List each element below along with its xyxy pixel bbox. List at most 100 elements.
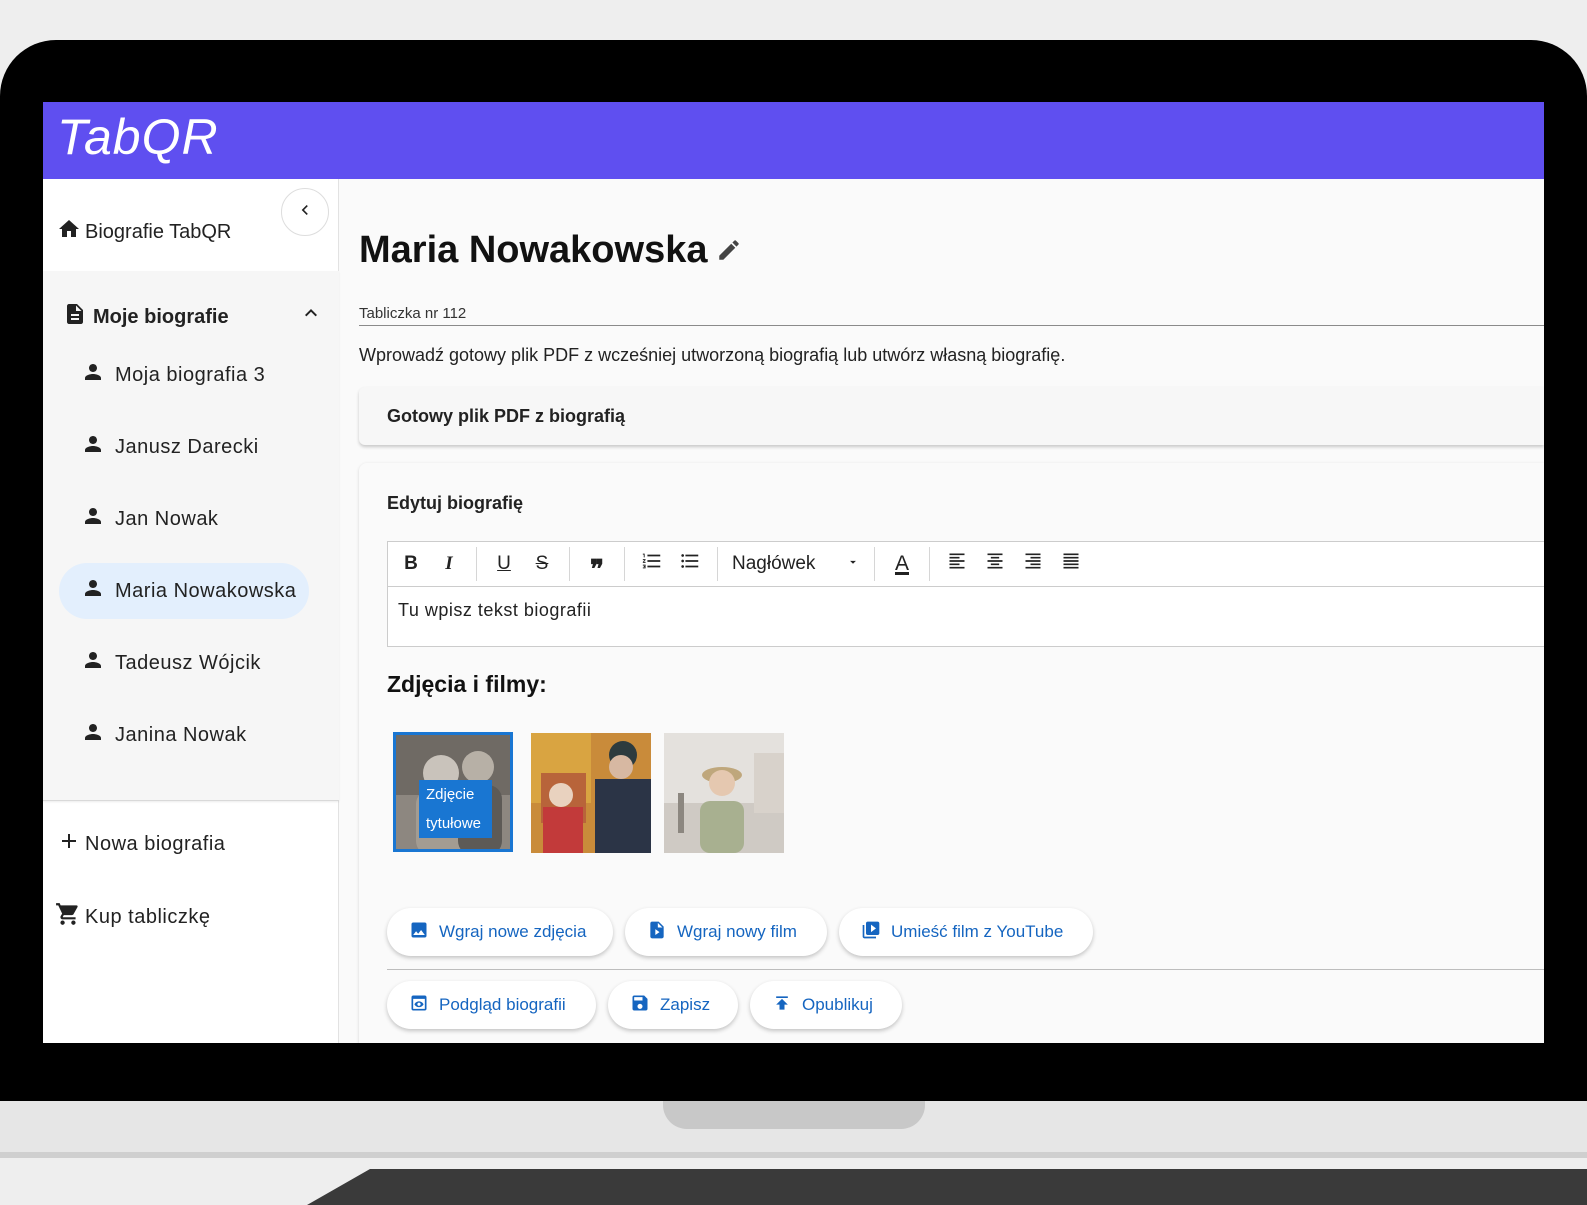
person-icon [81,432,105,462]
ordered-list-button[interactable] [633,545,671,583]
align-left-button[interactable] [938,545,976,583]
image-icon [409,920,429,945]
sidebar-item-label: Janina Nowak [115,723,247,746]
video-library-icon [861,920,881,945]
sidebar-item-tadeusz-wojcik[interactable]: Tadeusz Wójcik [59,635,309,691]
sidebar-item-new-biography[interactable]: Nowa biografia [57,829,225,859]
text-color-button[interactable]: A [883,545,921,583]
underline-button[interactable]: U [485,545,523,583]
badge-line: Zdjęcie [426,786,475,803]
italic-button[interactable]: I [430,545,468,583]
sidebar-item-label: Moja biografia 3 [115,363,266,386]
strikethrough-button[interactable]: S [523,545,561,583]
publish-icon [772,993,792,1018]
pencil-icon[interactable] [716,237,742,268]
align-center-icon [985,551,1005,577]
video-file-icon [647,920,667,945]
heading-select-value: Nagłówek [732,553,816,574]
page-title: Maria Nowakowska [359,229,708,271]
chevron-up-icon[interactable] [299,301,323,330]
person-icon [81,720,105,750]
collapse-sidebar-button[interactable] [281,188,329,236]
toolbar-divider [874,547,875,581]
align-center-button[interactable] [976,545,1014,583]
sidebar-item-buy-plate[interactable]: Kup tabliczkę [55,901,210,933]
main-content: Maria Nowakowska Tabliczka nr 112 Wprowa… [359,179,1544,1043]
align-justify-button[interactable] [1052,545,1090,583]
bullet-list-button[interactable] [671,545,709,583]
publish-label: Opublikuj [802,995,873,1014]
toolbar-divider [569,547,570,581]
laptop-notch [663,1101,925,1129]
chevron-left-icon [295,200,315,225]
preview-icon [409,993,429,1018]
sidebar-item-janusz-darecki[interactable]: Janusz Darecki [59,419,309,475]
person-icon [81,504,105,534]
upload-film-button[interactable]: Wgraj nowy film [625,908,827,956]
edit-section-title: Edytuj biografię [387,493,524,513]
title-photo-badge: Zdjęcie tytułowe [419,780,492,838]
sidebar-item-label: Jan Nowak [115,507,219,530]
bullet-list-icon [679,550,701,578]
sidebar-group-my-biographies: Moje biografie Moja biografia 3 Janusz D… [43,271,339,801]
align-right-icon [1023,551,1043,577]
document-icon [63,301,87,333]
quote-button[interactable]: ❞ [578,545,616,584]
sidebar-item-label: Janusz Darecki [115,435,259,458]
photo-seniors-autumn-image [531,733,651,853]
bold-button[interactable]: B [392,545,430,583]
sidebar-item-maria-nowakowska[interactable]: Maria Nowakowska [59,563,309,619]
caret-down-icon [846,553,860,575]
youtube-film-label: Umieść film z YouTube [891,922,1064,941]
ordered-list-icon [641,550,663,578]
underline-icon: U [497,553,511,574]
quote-icon: ❞ [590,553,604,584]
toolbar-divider [476,547,477,581]
photo-thumbnail[interactable] [664,733,784,853]
sidebar-home-label: Biografie TabQR [85,220,232,243]
biography-editor[interactable]: Tu wpisz tekst biografii [387,587,1544,647]
sidebar-item-home[interactable]: Biografie TabQR [57,217,231,247]
pdf-upload-section[interactable]: Gotowy plik PDF z biografią [359,387,1544,445]
media-section-title: Zdjęcia i filmy: [387,671,547,697]
plate-field-underline [359,325,1544,326]
title-photo-thumbnail[interactable]: Zdjęcie tytułowe [393,732,513,852]
align-justify-icon [1061,551,1081,577]
sidebar-item-jan-nowak[interactable]: Jan Nowak [59,491,309,547]
brand-logo[interactable]: TabQR [57,108,219,166]
sidebar-item-janina-nowak[interactable]: Janina Nowak [59,707,309,763]
photo-thumbnail[interactable] [531,733,651,853]
plus-icon [57,829,81,859]
preview-biography-button[interactable]: Podgląd biografii [387,981,596,1029]
badge-line: tytułowe [426,815,482,832]
align-right-button[interactable] [1014,545,1052,583]
cart-icon [55,901,81,933]
text-color-icon: A [894,552,909,575]
save-icon [630,993,650,1018]
rich-text-toolbar: B I U S ❞ Nagłówek A [387,541,1544,587]
heading-select[interactable]: Nagłówek [726,553,866,575]
save-label: Zapisz [660,995,711,1014]
strikethrough-icon: S [535,553,549,574]
upload-photos-button[interactable]: Wgraj nowe zdjęcia [387,908,613,956]
sidebar-item-moja-biografia-3[interactable]: Moja biografia 3 [59,347,309,403]
toolbar-divider [717,547,718,581]
app-screen: TabQR Biografie TabQR Moje biografie Moj… [43,102,1544,1043]
plate-number-label: Tabliczka nr 112 [359,305,467,322]
align-left-icon [947,551,967,577]
youtube-film-button[interactable]: Umieść film z YouTube [839,908,1093,956]
bold-icon: B [404,553,418,574]
preview-biography-label: Podgląd biografii [439,995,566,1014]
person-icon [81,648,105,678]
sidebar-group-header[interactable]: Moje biografie [63,301,229,333]
publish-button[interactable]: Opublikuj [750,981,902,1029]
person-icon [81,360,105,390]
section-divider [387,969,1544,970]
toolbar-divider [929,547,930,581]
home-icon [57,217,81,247]
sidebar-new-label: Nowa biografia [85,832,226,855]
top-app-bar: TabQR [43,102,1544,179]
sidebar-item-label: Maria Nowakowska [115,579,297,602]
sidebar: Biografie TabQR Moje biografie Moja biog… [43,179,339,1043]
save-button[interactable]: Zapisz [608,981,738,1029]
